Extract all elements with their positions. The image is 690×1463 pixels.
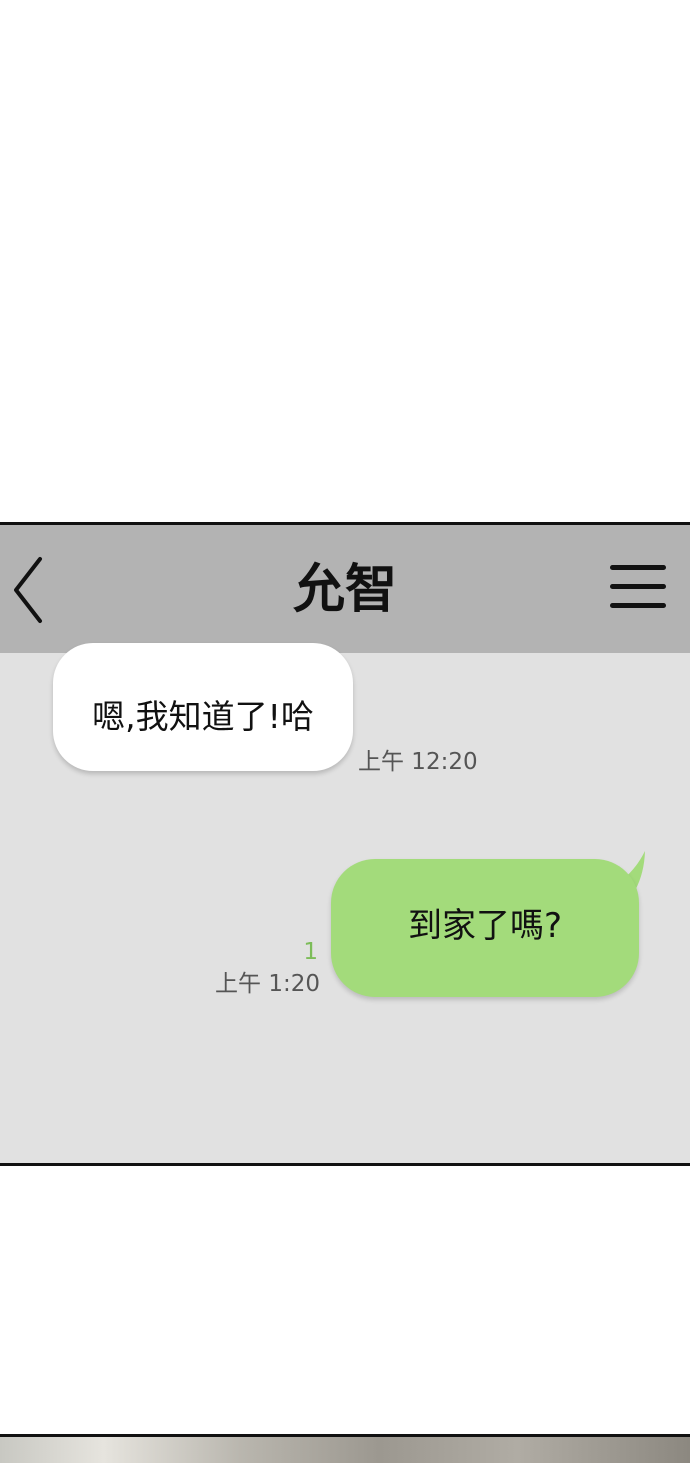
menu-button[interactable] (608, 565, 668, 611)
chat-header: 允智 (0, 525, 690, 653)
outgoing-message-bubble[interactable]: 到家了嗎? (331, 859, 639, 997)
outgoing-message-text: 到家了嗎? (407, 906, 563, 946)
incoming-message-text: 嗯,我知道了!哈 (92, 697, 314, 736)
chat-screen: 允智 嗯,我知道了!哈 上午 12:20 到家了嗎? 1 上午 1:20 (0, 522, 690, 1166)
chat-title: 允智 (292, 560, 397, 620)
incoming-message-time: 上午 12:20 (358, 749, 478, 775)
page: 允智 嗯,我知道了!哈 上午 12:20 到家了嗎? 1 上午 1:20 (0, 0, 690, 1463)
next-panel-edge (0, 1434, 690, 1463)
outgoing-message-time: 上午 1:20 (215, 971, 320, 997)
incoming-message-bubble[interactable]: 嗯,我知道了!哈 (53, 643, 353, 771)
unread-count: 1 (303, 939, 318, 965)
